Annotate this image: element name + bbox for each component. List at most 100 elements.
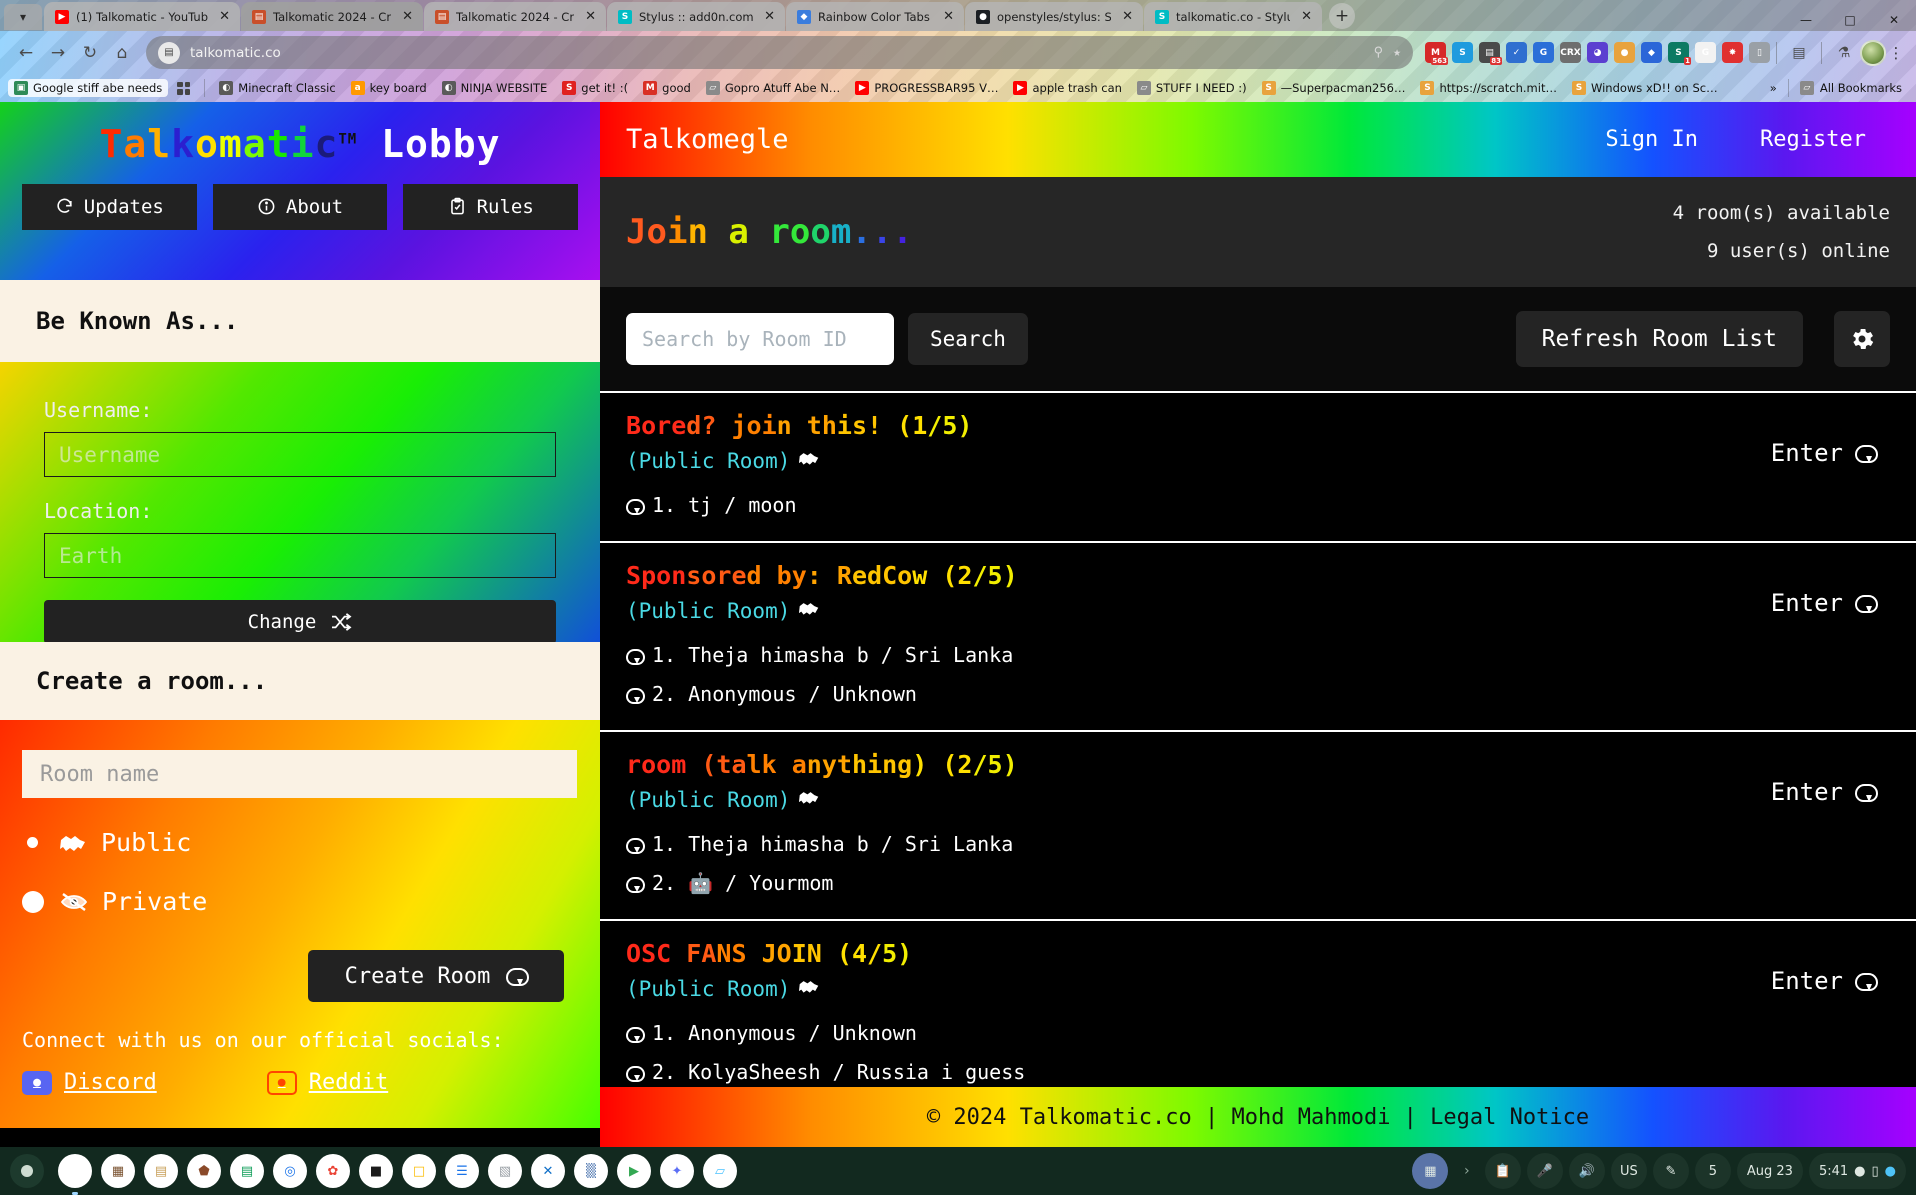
extension-icon[interactable]: ▯ [1749,42,1770,63]
bookmark-item[interactable]: Shttps://scratch.mit… [1414,79,1563,97]
minimize-button[interactable]: — [1784,13,1828,27]
reddit-link[interactable]: ● Reddit [266,1070,388,1095]
forward-icon[interactable]: → [42,37,74,69]
extension-icon[interactable]: ✓ [1506,42,1527,63]
extension-icon[interactable]: M 563 [1425,42,1448,65]
tab-close-icon[interactable]: ✕ [1297,9,1316,24]
labs-icon[interactable]: ⚗ [1828,37,1860,69]
shelf-app-gemini[interactable]: ✦ [660,1154,694,1188]
extension-icon[interactable]: S [1452,42,1473,63]
room-name-input[interactable] [22,750,577,798]
browser-tab[interactable]: ▤ Talkomatic 2024 - Create and ✕ [241,2,423,31]
bookmark-item[interactable]: ▣ Google stiff abe needs [8,79,169,97]
sign-in-link[interactable]: Sign In [1605,127,1698,152]
location-input[interactable] [44,533,556,578]
change-identity-button[interactable]: Change [44,600,556,644]
shelf-app-docs[interactable]: ☰ [445,1154,479,1188]
tab-search-chevron-icon[interactable]: ▾ [4,4,42,30]
settings-button[interactable] [1834,311,1890,367]
extension-icon[interactable]: ◆ [1641,42,1662,63]
tab-close-icon[interactable]: ✕ [760,9,779,24]
shelf-app-chrome[interactable]: ◉ [58,1154,92,1188]
bookmark-item[interactable]: ◐ Minecraft Classic [213,79,341,97]
rules-button[interactable]: Rules [403,183,579,230]
home-icon[interactable]: ⌂ [106,37,138,69]
bookmark-item[interactable]: ▶ PROGRESSBAR95 V… [849,79,1004,97]
bookmark-item[interactable]: Mgood [637,79,697,97]
tab-close-icon[interactable]: ✕ [939,9,958,24]
room-list-item[interactable]: room (talk anything) (2/5) (Public Room) 1… [600,730,1916,919]
shelf-app-block-game[interactable]: ⬟ [187,1154,221,1188]
room-list-item[interactable]: Sponsored by: RedCow (2/5) (Public Room) 1… [600,541,1916,730]
tab-close-icon[interactable]: ✕ [1118,9,1137,24]
back-icon[interactable]: ← [10,37,42,69]
bookmark-item[interactable]: S Windows xD!! on Sc… [1566,79,1724,97]
browser-tab[interactable]: S Stylus :: add0n.com ✕ [607,2,785,31]
tab-close-icon[interactable]: ✕ [215,9,234,24]
new-tab-button[interactable]: + [1329,3,1355,29]
extension-icon[interactable]: ▤ 83 [1479,42,1502,65]
battery-saver-badge[interactable]: 5 [1694,1153,1731,1189]
tab-close-icon[interactable]: ✕ [581,9,600,24]
bookmark-star-icon[interactable]: ★ [1393,45,1401,60]
radio-public-selected[interactable] [27,837,38,848]
maximize-button[interactable]: □ [1828,13,1872,27]
shelf-app-sheets[interactable]: ▤ [230,1154,264,1188]
enter-room-button[interactable]: Enter [1771,967,1878,995]
shelf-app-files-blue[interactable]: ▱ [703,1154,737,1188]
shelf-app-vscode[interactable]: ✕ [531,1154,565,1188]
bookmark-item[interactable]: ▶ apple trash can [1007,79,1127,97]
status-area[interactable]: 5:41 ● ▯ ● [1808,1153,1906,1189]
extension-icon[interactable]: CRX [1560,42,1581,63]
launcher-icon[interactable] [10,1154,44,1188]
bookmark-item[interactable]: ▱ STUFF I NEED :) [1131,79,1253,97]
bookmark-item[interactable]: S —Superpacman256… [1256,79,1412,97]
browser-tab[interactable]: ◆ Rainbow Color Tabs - Chrome ✕ [786,2,964,31]
bookmark-item[interactable]: Sget it! :( [556,79,634,97]
radio-private-unselected[interactable] [22,890,44,913]
extension-icon[interactable]: ● [1614,42,1635,63]
browser-tab[interactable]: ▤ Talkomatic 2024 - Create and ✕ [424,2,606,31]
register-link[interactable]: Register [1760,127,1866,152]
mic-icon[interactable]: 🎤 [1526,1153,1563,1189]
zoom-icon[interactable]: ⚲ [1374,45,1384,60]
extension-icon[interactable]: S1 [1668,42,1691,65]
shelf-app-play-store[interactable]: ▶ [617,1154,651,1188]
bookmark-item[interactable]: ▱ Gopro Atuff Abe N… [700,79,846,97]
shelf-app-dos-game[interactable]: ▤ [144,1154,178,1188]
bookmark-item[interactable] [171,80,196,97]
bookmark-item[interactable]: ◐ NINJA WEBSITE [436,79,554,97]
profile-avatar[interactable] [1860,39,1886,66]
extension-icon[interactable]: G [1533,42,1554,63]
shelf-app-keep[interactable]: □ [402,1154,436,1188]
visibility-public-row[interactable]: Public [22,828,564,857]
username-input[interactable] [44,432,556,477]
shelf-app-camera[interactable]: ◎ [273,1154,307,1188]
room-list-item[interactable]: Bored? join this! (1/5) (Public Room) 1. t… [600,391,1916,541]
browser-tab[interactable]: ● openstyles/stylus: Stylus - User ✕ [965,2,1143,31]
screenshot-icon[interactable]: ▦ [1412,1153,1449,1189]
extension-icon[interactable]: ✸ [1722,42,1743,63]
refresh-room-list-button[interactable]: Refresh Room List [1515,311,1803,367]
keyboard-layout-indicator[interactable]: US [1610,1153,1647,1189]
close-window-button[interactable]: ✕ [1872,13,1916,27]
enter-room-button[interactable]: Enter [1771,589,1878,617]
reading-list-icon[interactable]: ▤ [1783,37,1815,69]
volume-icon[interactable]: 🔊 [1568,1153,1605,1189]
shelf-app-photos[interactable]: ✿ [316,1154,350,1188]
about-button[interactable]: About [212,183,388,230]
browser-tab[interactable]: Stalkomatic.co - Stylus ✕ [1144,2,1322,31]
enter-room-button[interactable]: Enter [1771,439,1878,467]
date-indicator[interactable]: Aug 23 [1736,1153,1803,1189]
browser-menu-icon[interactable]: ⋮ [1886,44,1906,62]
create-room-button[interactable]: Create Room [308,950,564,1002]
stylus-icon[interactable]: ✎ [1652,1153,1689,1189]
browser-tab[interactable]: ▶ (1) Talkomatic - YouTube ✕ [44,2,240,31]
search-button[interactable]: Search [908,313,1028,365]
discord-link[interactable]: ● Discord [22,1070,157,1095]
search-input[interactable] [626,313,894,365]
extension-icon[interactable]: G [1695,42,1716,63]
shelf-app-roblox[interactable]: ■ [359,1154,393,1188]
shelf-app-minecraft[interactable]: ▦ [101,1154,135,1188]
bookmarks-overflow-icon[interactable]: » [1770,81,1777,95]
